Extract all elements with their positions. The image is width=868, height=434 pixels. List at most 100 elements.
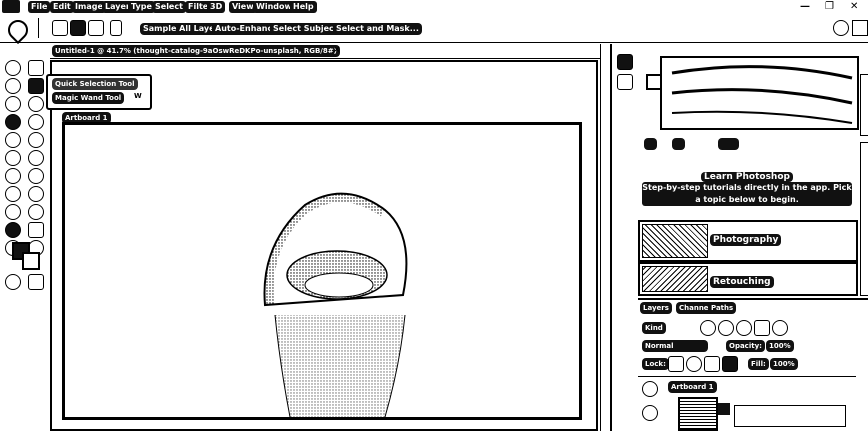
history-brush-icon[interactable] (28, 150, 44, 166)
artboard-layer-name[interactable]: Artboard 1 (668, 381, 717, 393)
flyout-shortcut: W (134, 92, 142, 100)
crop-tool-icon[interactable] (28, 96, 44, 112)
separator (38, 18, 39, 38)
screen-mode-icon[interactable] (28, 274, 44, 290)
navigator-marker-icon[interactable] (646, 74, 662, 90)
learn-scrollbar[interactable] (860, 142, 868, 296)
navigator-panel[interactable] (660, 56, 859, 130)
paths-tab[interactable]: Paths (708, 302, 737, 314)
add-to-selection-icon[interactable] (70, 20, 86, 36)
gradient-icon[interactable] (28, 168, 44, 184)
photoshop-logo[interactable] (2, 0, 20, 13)
subtract-selection-icon[interactable] (88, 20, 104, 36)
pencil-icon[interactable] (28, 132, 44, 148)
fill-input[interactable]: 100% (770, 358, 798, 370)
artboard[interactable] (62, 122, 582, 420)
menu-edit[interactable]: Edit (50, 1, 74, 13)
eyedropper-tool-icon[interactable] (5, 114, 21, 130)
learn-title: Learn Photoshop (701, 172, 793, 182)
blend-mode-dropdown[interactable]: Normal (642, 340, 708, 352)
menu-window[interactable]: Window (253, 1, 295, 13)
restore-button[interactable]: ❐ (825, 1, 834, 12)
layer-visibility-eye-icon[interactable] (642, 405, 658, 421)
search-icon[interactable] (833, 20, 849, 36)
brush-tool-icon[interactable] (3, 15, 33, 45)
eraser-icon[interactable] (5, 168, 21, 184)
topic-retouching-label: Retouching (710, 276, 774, 288)
background-color-swatch[interactable] (22, 252, 40, 270)
artboard-tool-icon[interactable] (28, 60, 44, 76)
panel-tab-1[interactable] (644, 138, 658, 150)
topic-photography-label: Photography (710, 234, 782, 246)
clone-stamp-icon[interactable] (5, 150, 21, 166)
lock-position-icon[interactable] (686, 356, 702, 372)
new-selection-icon[interactable] (52, 20, 68, 36)
brush-icon[interactable] (5, 132, 21, 148)
menu-image[interactable]: Image (72, 1, 106, 13)
navigator-scrollbar[interactable] (860, 74, 868, 136)
minimize-button[interactable]: — (800, 1, 810, 12)
menu-select[interactable]: Select (152, 1, 186, 13)
pen-icon[interactable] (5, 204, 21, 220)
kind-filter-dropdown[interactable]: Kind (642, 322, 666, 334)
learn-title-wrap: Learn Photoshop (638, 164, 856, 183)
lock-label: Lock: (642, 358, 669, 370)
rectangle-icon[interactable] (28, 222, 44, 238)
lock-pixels-icon[interactable] (668, 356, 684, 372)
marquee-tool-icon[interactable] (5, 78, 21, 94)
learn-topic-photography[interactable]: Photography (638, 220, 858, 262)
quick-mask-icon[interactable] (5, 274, 21, 290)
photography-thumbnail (642, 224, 708, 258)
menu-type[interactable]: Type (128, 1, 155, 13)
visibility-eye-icon[interactable] (642, 381, 658, 397)
close-window-button[interactable]: ✕ (850, 1, 858, 12)
shape-filter-icon[interactable] (754, 320, 770, 336)
opacity-input[interactable]: 100% (766, 340, 794, 352)
layer-row[interactable] (734, 405, 846, 427)
panel-tab-3[interactable] (718, 138, 739, 150)
learn-topic-retouching[interactable]: Retouching (638, 262, 858, 296)
quick-selection-tool-icon[interactable] (28, 78, 44, 94)
toolbar (0, 44, 46, 431)
document-tab-bar: Untitled-1 @ 41.7% (thought-catalog-9aOs… (50, 45, 605, 59)
brush-settings-icon[interactable] (110, 20, 122, 36)
options-bar: Sample All Layers Auto-Enhance Select Su… (0, 15, 868, 45)
navigator-preview (671, 65, 853, 124)
close-tab-button[interactable]: × (333, 45, 341, 55)
learn-panel: Learn Photoshop Step-by-step tutorials d… (638, 154, 868, 296)
history-panel-icon[interactable] (617, 54, 633, 70)
type-icon[interactable] (28, 204, 44, 220)
document-tab[interactable]: Untitled-1 @ 41.7% (thought-catalog-9aOs… (52, 45, 340, 57)
canvas-scrollbar[interactable] (600, 44, 609, 431)
lock-artboard-icon[interactable] (704, 356, 720, 372)
learn-subtitle: Step-by-step tutorials directly in the a… (642, 182, 852, 206)
type-filter-icon[interactable] (736, 320, 752, 336)
menu-file[interactable]: File (28, 1, 51, 13)
flyout-quick-selection-item[interactable]: Quick Selection Tool (52, 78, 138, 90)
layers-panel: Layers Channels Paths Kind Normal Opacit… (638, 298, 868, 433)
path-selection-icon[interactable] (5, 222, 21, 238)
lock-all-icon[interactable] (722, 356, 738, 372)
menu-help[interactable]: Help (290, 1, 317, 13)
layers-tab[interactable]: Layers (640, 302, 672, 314)
layer-thumbnail[interactable] (678, 397, 718, 431)
opacity-label: Opacity: (726, 340, 765, 352)
smart-object-filter-icon[interactable] (772, 320, 788, 336)
flyout-magic-wand-item[interactable]: Magic Wand Tool (52, 92, 125, 104)
select-and-mask-button[interactable]: Select and Mask... (333, 23, 422, 35)
pixel-filter-icon[interactable] (700, 320, 716, 336)
properties-panel-icon[interactable] (617, 74, 633, 90)
fill-label: Fill: (748, 358, 769, 370)
layers-list: Artboard 1 (638, 376, 856, 434)
select-subject-button[interactable]: Select Subject (270, 23, 341, 35)
lasso-tool-icon[interactable] (5, 96, 21, 112)
healing-tool-icon[interactable] (28, 114, 44, 130)
menu-3d[interactable]: 3D (207, 1, 226, 13)
panel-tab-2[interactable] (672, 138, 686, 150)
move-tool-icon[interactable] (5, 60, 21, 76)
dodge-icon[interactable] (28, 186, 44, 202)
tool-flyout: Quick Selection Tool Magic Wand Tool W (46, 74, 152, 110)
workspace-icon[interactable] (852, 20, 868, 36)
adjustment-filter-icon[interactable] (718, 320, 734, 336)
blur-icon[interactable] (5, 186, 21, 202)
